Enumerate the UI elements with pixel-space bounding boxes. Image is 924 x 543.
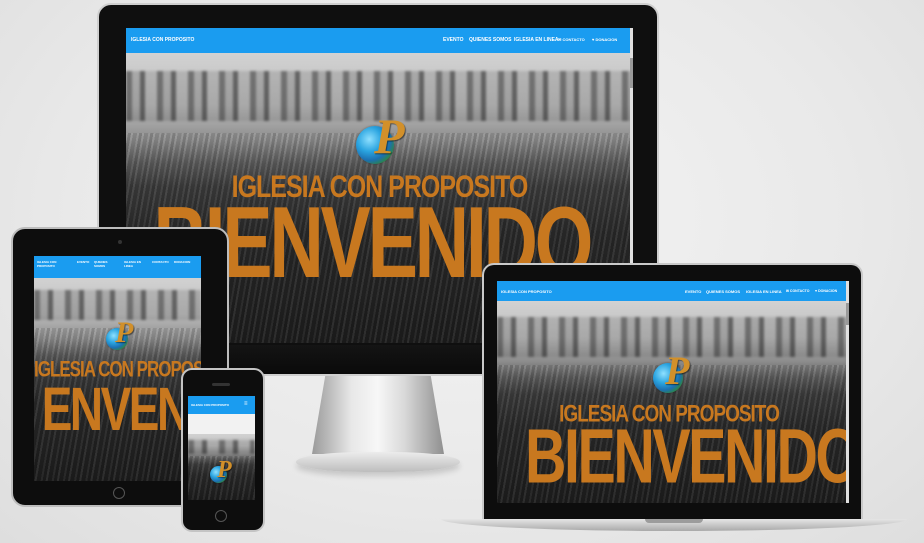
laptop-hero-welcome: BIENVENIDO xyxy=(525,413,849,499)
laptop-nav-donacion-label: DONACION xyxy=(818,289,838,293)
heart-icon: ♥ xyxy=(815,289,818,293)
laptop-notch xyxy=(645,519,703,523)
tablet-nav-quienes-somos[interactable]: QUIENES SOMOS xyxy=(94,260,112,268)
tablet-hero-welcome: ENVENIDO xyxy=(41,373,201,444)
tablet-camera xyxy=(118,240,122,244)
tablet-brand-line2: PROPOSITO xyxy=(37,264,55,268)
phone-logo-letter: P xyxy=(217,457,232,483)
navbar: IGLESIA CON PROPOSITO EVENTO QUIENES SOM… xyxy=(126,28,633,53)
tablet-nav-donacion[interactable]: DONACION xyxy=(174,260,190,264)
phone-blank-area xyxy=(188,414,255,434)
envelope-icon: ✉ xyxy=(558,37,562,42)
laptop-brand[interactable]: IGLESIA CON PROPOSITO xyxy=(501,289,552,294)
tablet-nav-contacto[interactable]: CONTACTO xyxy=(152,260,169,264)
tablet-navbar: IGLESIA CON PROPOSITO EVENTO QUIENES SOMO… xyxy=(34,256,201,278)
laptop-hero: P IGLESIA CON PROPOSITO BIENVENIDO xyxy=(497,301,849,503)
tablet-nav-iglesia-en-linea[interactable]: IGLESIA EN LINEA xyxy=(124,260,144,268)
tablet-brand[interactable]: IGLESIA CON PROPOSITO xyxy=(37,260,56,268)
desktop-scrollbar-thumb[interactable] xyxy=(630,58,633,88)
laptop-nav-iglesia-en-linea[interactable]: IGLESIA EN LINEA xyxy=(746,289,782,294)
laptop-nav-donacion[interactable]: ♥ DONACION xyxy=(815,289,837,293)
laptop-nav-quienes-somos[interactable]: QUIENES SOMOS xyxy=(706,289,740,294)
nav-contacto[interactable]: ✉ CONTACTO xyxy=(558,37,585,42)
desktop-stand-base xyxy=(296,452,460,472)
phone-home-button[interactable] xyxy=(215,510,227,522)
envelope-icon: ✉ xyxy=(786,289,789,293)
laptop-nav-contacto-label: CONTACTO xyxy=(789,289,810,293)
nav-contacto-label: CONTACTO xyxy=(562,37,585,42)
phone-navbar: IGLESIA CON PROPOSITO ≡ xyxy=(188,396,255,414)
tablet-logo-letter: P xyxy=(115,316,134,349)
tablet-home-button[interactable] xyxy=(113,487,125,499)
logo-letter: P xyxy=(374,108,405,164)
heart-icon: ♥ xyxy=(592,37,595,42)
laptop-screen: IGLESIA CON PROPOSITO EVENTO QUIENES SOM… xyxy=(497,281,849,503)
desktop-stand-neck xyxy=(312,376,444,454)
phone-hero-trees xyxy=(188,440,255,454)
tablet-hero: P IGLESIA CON PROPOSITO ENVENIDO xyxy=(34,278,201,481)
tablet-screen: IGLESIA CON PROPOSITO EVENTO QUIENES SOMO… xyxy=(34,256,201,481)
phone-brand[interactable]: IGLESIA CON PROPOSITO xyxy=(191,403,229,407)
phone-speaker xyxy=(212,383,230,386)
laptop-nav-contacto[interactable]: ✉ CONTACTO xyxy=(786,289,809,293)
laptop-scrollbar[interactable] xyxy=(846,281,849,503)
nav-iglesia-en-linea[interactable]: IGLESIA EN LINEA xyxy=(514,37,559,43)
nav-donacion[interactable]: ♥ DONACION xyxy=(592,37,617,42)
tablet-nav-evento[interactable]: EVENTO xyxy=(77,260,89,264)
brand-link[interactable]: IGLESIA CON PROPOSITO xyxy=(131,37,194,43)
hamburger-menu-icon[interactable]: ≡ xyxy=(244,401,248,407)
nav-donacion-label: DONACION xyxy=(595,37,618,42)
nav-quienes-somos[interactable]: QUIENES SOMOS xyxy=(469,37,512,43)
laptop-logo-letter: P xyxy=(665,348,690,393)
nav-evento[interactable]: EVENTO xyxy=(443,37,463,43)
laptop-scrollbar-thumb[interactable] xyxy=(846,303,849,325)
laptop-nav-evento[interactable]: EVENTO xyxy=(685,289,701,294)
phone-hero: P xyxy=(188,434,255,500)
phone-screen: IGLESIA CON PROPOSITO ≡ P xyxy=(188,396,255,500)
laptop-navbar: IGLESIA CON PROPOSITO EVENTO QUIENES SOM… xyxy=(497,281,849,301)
